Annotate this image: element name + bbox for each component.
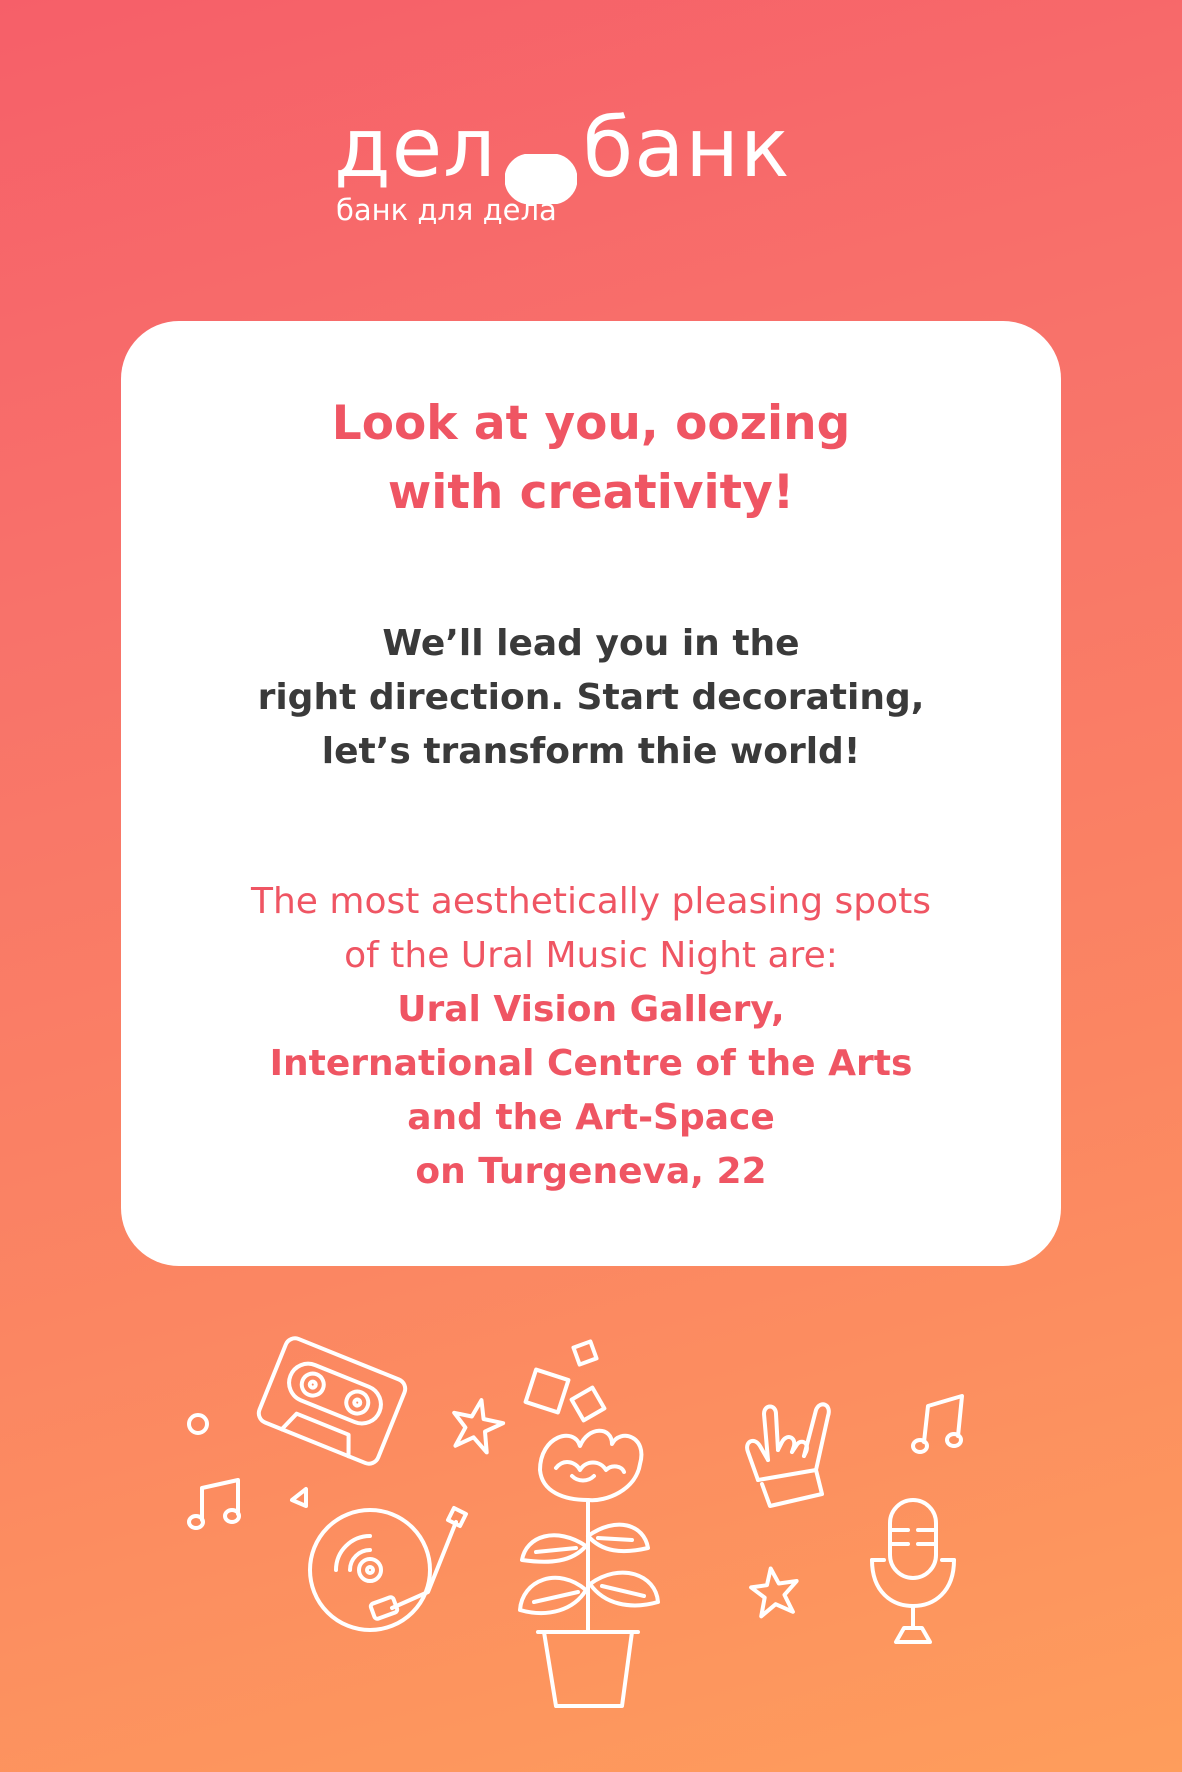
spots-intro-line: The most aesthetically pleasing spots (250, 881, 931, 922)
spots-venue-line: and the Art-Space (407, 1097, 775, 1138)
spots-venue-line: International Centre of the Arts (269, 1043, 913, 1084)
music-note-icon (186, 1476, 252, 1536)
logo-tagline: банк для дела (336, 193, 557, 227)
flower-pot-icon (516, 1339, 696, 1710)
logo-pill-icon (504, 132, 578, 205)
spots-venue-line: on Turgeneva, 22 (415, 1151, 767, 1192)
rock-hand-icon (738, 1390, 838, 1510)
subhead: We’ll lead you in the right direction. S… (121, 617, 1061, 779)
logo-word-left: дел (334, 101, 497, 196)
subhead-line: right direction. Start decorating, (257, 677, 925, 718)
star-icon (748, 1564, 804, 1620)
poster: { "brand": { "logo_left": "дел", "logo_r… (0, 0, 1182, 1772)
logo-word-right: банк (582, 101, 791, 196)
star-icon (448, 1396, 508, 1456)
headline: Look at you, oozing with creativity! (121, 389, 1061, 527)
doodle-illustrations (0, 1300, 1182, 1772)
headline-line: with creativity! (387, 465, 795, 520)
spots-venue-line: Ural Vision Gallery, (397, 989, 785, 1030)
delobank-logo: дел банк банк для дела (334, 104, 854, 234)
spots-intro-line: of the Ural Music Night are: (344, 935, 838, 976)
subhead-line: let’s transform thie world! (321, 731, 861, 772)
circle-icon (186, 1412, 210, 1436)
subhead-line: We’ll lead you in the (382, 623, 800, 664)
logo-wordmark: дел банк (334, 101, 791, 205)
music-note-icon (910, 1392, 976, 1462)
spots-text: The most aesthetically pleasing spots of… (121, 875, 1061, 1199)
headline-line: Look at you, oozing (331, 396, 851, 451)
microphone-icon (858, 1496, 968, 1656)
cassette-icon (252, 1326, 412, 1476)
message-card: Look at you, oozing with creativity! We’… (121, 321, 1061, 1266)
turntable-icon (300, 1496, 480, 1636)
